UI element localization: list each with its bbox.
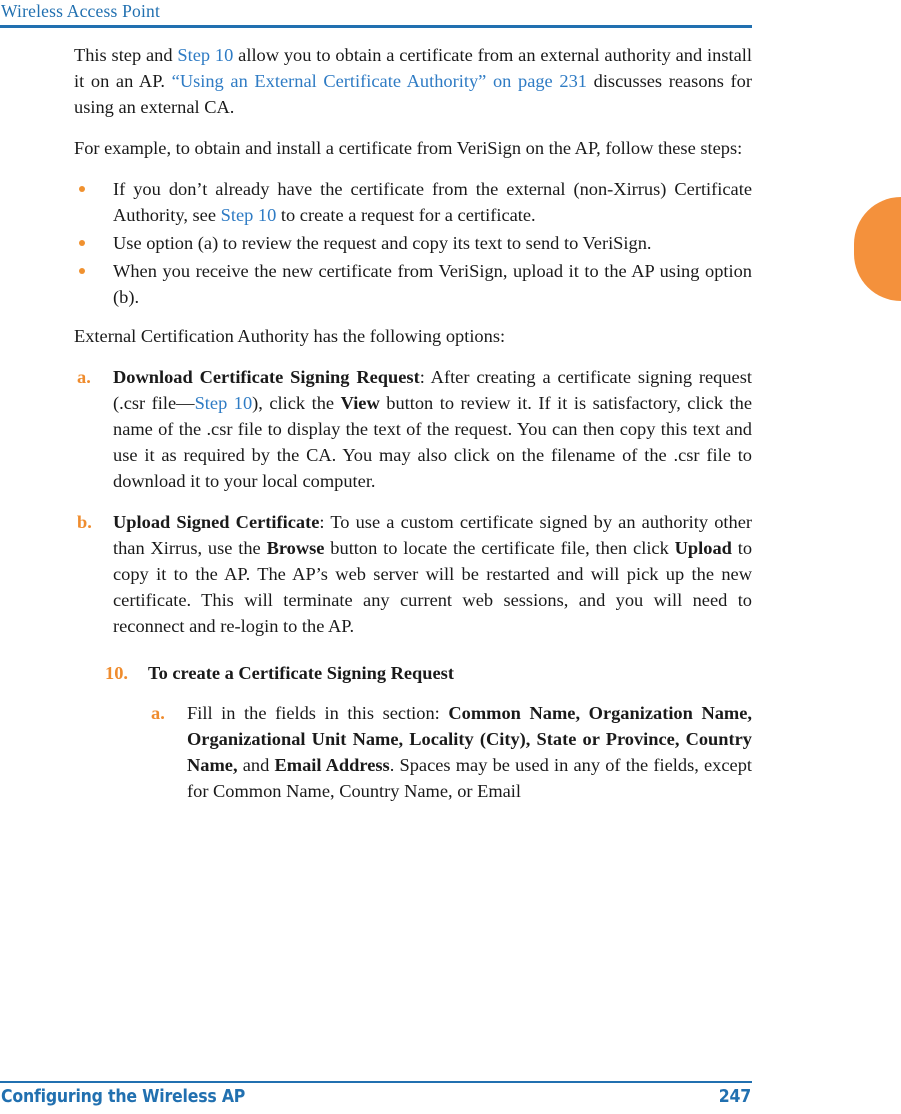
page-edge-thumb-tab — [854, 197, 901, 301]
bullet-3-text: When you receive the new certificate fro… — [113, 261, 752, 307]
bullet-2-text: Use option (a) to review the request and… — [113, 233, 652, 253]
running-header-title: Wireless Access Point — [1, 1, 161, 21]
list-item-option-b: b. Upload Signed Certificate: To use a cu… — [74, 509, 752, 639]
list-item: When you receive the new certificate fro… — [74, 258, 752, 310]
verisign-steps-bullet-list: If you don’t already have the certificat… — [74, 176, 752, 310]
footer-divider-rule — [0, 1081, 752, 1083]
intro-segment-1: This step and — [74, 45, 178, 65]
option-a-segment-2: ), click the — [252, 393, 341, 413]
page-footer: Configuring the Wireless AP 247 — [0, 1081, 752, 1107]
option-a-marker: a. — [77, 367, 91, 387]
option-a-title: Download Certificate Signing Request — [113, 367, 420, 387]
option-b-segment-3: button to locate the certificate file, t… — [324, 538, 675, 558]
step-a-marker: a. — [151, 703, 165, 723]
list-item-step-a: a. Fill in the fields in this section: Co… — [148, 700, 752, 804]
step-a-segment-1: Fill in the fields in this section: — [187, 703, 449, 723]
page-content-column: This step and Step 10 allow you to obtai… — [74, 42, 752, 819]
field-names-bold-2: Email Address — [274, 755, 390, 775]
list-item-option-a: a. Download Certificate Signing Request: … — [74, 364, 752, 494]
step-sub-items-list: a. Fill in the fields in this section: Co… — [148, 700, 752, 804]
step-number-marker: 10. — [105, 663, 128, 683]
cross-reference-link-step10-intro[interactable]: Step 10 — [177, 45, 233, 65]
cross-reference-link-step10-bullet[interactable]: Step 10 — [221, 205, 277, 225]
list-item: Use option (a) to review the request and… — [74, 230, 752, 256]
footer-chapter-title: Configuring the Wireless AP — [1, 1087, 246, 1107]
document-page: Wireless Access Point This step and Step… — [0, 0, 901, 1114]
running-header: Wireless Access Point — [0, 0, 752, 28]
certificate-options-list: a. Download Certificate Signing Request: … — [74, 364, 752, 639]
browse-button-reference: Browse — [266, 538, 325, 558]
cross-reference-link-step10-option-a[interactable]: Step 10 — [195, 393, 253, 413]
bullet-1-segment-2: to create a request for a certificate. — [276, 205, 536, 225]
header-divider-rule — [0, 25, 752, 28]
intro-paragraph: This step and Step 10 allow you to obtai… — [74, 42, 752, 120]
footer-page-number: 247 — [718, 1087, 751, 1107]
step-a-segment-2: and — [237, 755, 275, 775]
upload-button-reference: Upload — [674, 538, 732, 558]
footer-row: Configuring the Wireless AP 247 — [0, 1087, 752, 1107]
options-lead-paragraph: External Certification Authority has the… — [74, 326, 506, 346]
numbered-step-block: 10. To create a Certificate Signing Requ… — [74, 660, 752, 804]
list-item: If you don’t already have the certificat… — [74, 176, 752, 228]
example-paragraph: For example, to obtain and install a cer… — [74, 138, 743, 158]
option-b-title: Upload Signed Certificate — [113, 512, 320, 532]
bullet-dot-icon — [79, 240, 85, 246]
cross-reference-link-external-ca[interactable]: “Using an External Certificate Authority… — [172, 71, 587, 91]
option-b-marker: b. — [77, 512, 92, 532]
bullet-dot-icon — [79, 186, 85, 192]
bullet-dot-icon — [79, 268, 85, 274]
view-button-reference: View — [340, 393, 380, 413]
step-title: To create a Certificate Signing Request — [148, 663, 454, 683]
